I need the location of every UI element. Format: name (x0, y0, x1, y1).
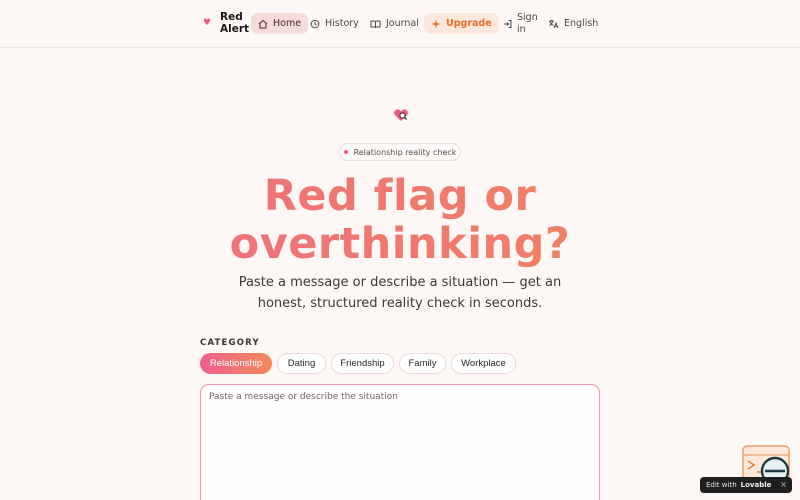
home-icon (258, 19, 268, 28)
category-label: CATEGORY (200, 338, 260, 348)
hero-subtitle: Paste a message or describe a situation … (238, 275, 562, 311)
edit-with-lovable-badge[interactable]: Edit with Lovable × (700, 477, 792, 493)
category-chip-dating[interactable]: Dating (277, 353, 326, 374)
badge-dot (343, 150, 348, 154)
edit-badge-text: Edit with (706, 481, 737, 489)
nav-upgrade-label: Upgrade (446, 18, 492, 29)
nav-history-label: History (325, 18, 359, 29)
nav-home[interactable]: Home (251, 13, 309, 34)
login-icon (504, 20, 512, 28)
heart-search-icon (394, 109, 408, 121)
nav-home-label: Home (273, 18, 302, 29)
headline-line-2: overthinking? (229, 219, 571, 269)
situation-input[interactable] (200, 384, 600, 500)
close-icon[interactable]: × (780, 480, 787, 489)
nav-signin-label: Sign in (517, 12, 538, 35)
top-navbar: ♥ Red Alert Home History Journal Upgrade… (0, 0, 800, 48)
hero-badge: Relationship reality check (339, 143, 461, 161)
language-label: English (564, 18, 599, 29)
language-selector[interactable]: English (541, 13, 605, 34)
heart-icon: ♥ (203, 18, 212, 28)
category-chip-family[interactable]: Family (399, 353, 446, 374)
badge-label: Relationship reality check (353, 147, 457, 157)
brand-name: Red Alert (220, 11, 250, 35)
category-chip-workplace[interactable]: Workplace (451, 353, 516, 374)
category-chip-relationship[interactable]: Relationship (200, 353, 272, 374)
headline-line-1: Red flag or (263, 171, 537, 221)
nav-history[interactable]: History (303, 13, 366, 34)
edit-badge-brand: Lovable (740, 481, 772, 489)
book-open-icon (370, 20, 381, 28)
nav-journal[interactable]: Journal (363, 13, 426, 34)
nav-journal-label: Journal (386, 18, 419, 29)
hero-headline: Red flag or overthinking? (0, 172, 800, 268)
sparkles-icon (431, 19, 441, 28)
nav-upgrade-button[interactable]: Upgrade (424, 13, 499, 34)
brand-logo[interactable]: ♥ Red Alert (203, 11, 250, 35)
category-chip-friendship[interactable]: Friendship (331, 353, 394, 374)
history-icon (310, 19, 320, 28)
translate-icon (549, 19, 559, 28)
